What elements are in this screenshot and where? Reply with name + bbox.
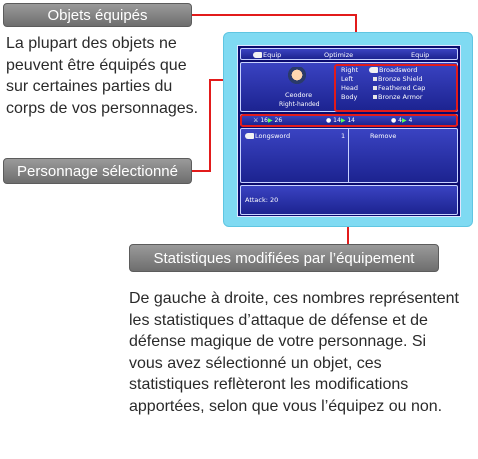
tab-equip-label: Equip <box>263 51 282 59</box>
equipment-stats-label: Statistiques modifiées par l’équipement <box>129 244 439 272</box>
inventory-divider <box>348 129 349 182</box>
tab-optimize[interactable]: Optimize <box>324 51 353 59</box>
hand-cursor-icon <box>245 133 254 139</box>
equipped-items-label-text: Objets équipés <box>47 6 148 24</box>
selected-character-label-text: Personnage sélectionné <box>17 162 178 180</box>
remove-option[interactable]: Remove <box>370 132 396 140</box>
info-window: Attack: 20 <box>240 185 458 215</box>
equipment-stats-label-text: Statistiques modifiées par l’équipement <box>153 249 415 267</box>
character-portrait[interactable] <box>288 67 306 87</box>
equipment-stats-description: De gauche à droite, ces nombres représen… <box>129 290 459 415</box>
inventory-window: Longsword 1 Remove <box>240 128 458 183</box>
inventory-item-qty: 1 <box>341 132 346 140</box>
character-name: Ceodore <box>285 91 313 99</box>
tab-equip[interactable]: Equip <box>253 51 281 59</box>
character-hand-label: Right-handed <box>279 101 320 108</box>
equipped-items-label: Objets équipés <box>3 3 192 27</box>
equipped-items-highlight <box>334 64 458 112</box>
stats-highlight <box>240 114 458 127</box>
inventory-item-label: Longsword <box>255 132 291 140</box>
inventory-row[interactable]: Longsword 1 Remove <box>245 132 455 140</box>
hand-cursor-icon <box>253 52 262 58</box>
game-screen-frame: Equip Optimize Equip Ceodore Right-hande… <box>223 32 473 227</box>
info-text: Attack: 20 <box>245 196 279 204</box>
selected-character-label: Personnage sélectionné <box>3 158 192 184</box>
connector-selected-h <box>192 170 210 172</box>
connector-equipped-h <box>192 14 356 16</box>
game-screen: Equip Optimize Equip Ceodore Right-hande… <box>237 45 461 217</box>
connector-selected-v <box>209 79 211 172</box>
tab-equip-secondary[interactable]: Equip <box>411 51 429 59</box>
menu-tabs-window: Equip Optimize Equip <box>240 48 458 60</box>
equipped-items-description: La plupart des objets ne peuvent être éq… <box>6 35 199 117</box>
